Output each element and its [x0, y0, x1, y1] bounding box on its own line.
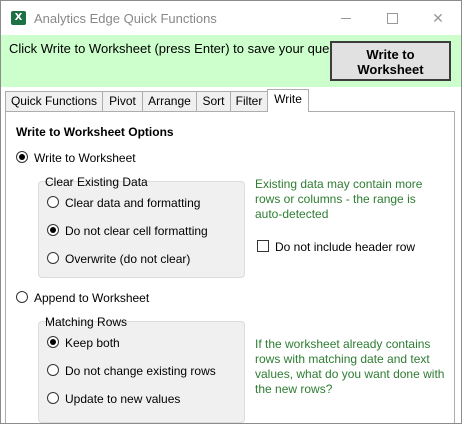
radio-button[interactable]: [47, 336, 59, 348]
radio-button[interactable]: [47, 224, 59, 236]
clear-group-legend: Clear Existing Data: [45, 175, 148, 189]
radio-label: Overwrite (do not clear): [65, 252, 191, 266]
radio-label: Do not clear cell formatting: [65, 224, 208, 238]
tab-sort[interactable]: Sort: [196, 91, 231, 111]
quick-functions-window: X Analytics Edge Quick Functions ✕ Click…: [0, 0, 462, 424]
excel-icon: X: [11, 11, 26, 25]
radio-button[interactable]: [47, 196, 59, 208]
info-message: Click Write to Worksheet (press Enter) t…: [9, 41, 343, 56]
write-to-worksheet-button[interactable]: Write to Worksheet: [330, 41, 451, 81]
close-icon: ✕: [432, 10, 444, 26]
existing-data-note: Existing data may contain more rows or c…: [255, 177, 423, 221]
radio-label: Keep both: [65, 336, 120, 350]
options-heading: Write to Worksheet Options: [16, 125, 174, 139]
info-bar: Click Write to Worksheet (press Enter) t…: [1, 35, 461, 87]
radio-button[interactable]: [47, 392, 59, 404]
radio-button[interactable]: [47, 364, 59, 376]
minimize-icon: [341, 18, 351, 19]
tab-arrange[interactable]: Arrange: [142, 91, 197, 111]
minimize-button[interactable]: [323, 1, 369, 35]
matching-rows-note: If the worksheet already contains rows w…: [255, 337, 445, 396]
tab-quick-functions[interactable]: Quick Functions: [5, 91, 103, 111]
write-button-line1: Write to: [366, 47, 415, 62]
radio-selected-dot: [19, 154, 25, 160]
radio-selected-dot: [50, 339, 56, 345]
checkbox[interactable]: [257, 240, 269, 252]
window-title: Analytics Edge Quick Functions: [34, 11, 217, 26]
radio-label: Write to Worksheet: [34, 151, 136, 165]
maximize-button[interactable]: [369, 1, 415, 35]
matching-group-legend: Matching Rows: [45, 315, 128, 329]
radio-label: Clear data and formatting: [65, 196, 201, 210]
maximize-icon: [387, 13, 398, 24]
radio-label: Do not change existing rows: [65, 364, 216, 378]
close-button[interactable]: ✕: [415, 1, 461, 35]
tab-write[interactable]: Write: [267, 89, 309, 112]
radio-button[interactable]: [16, 291, 28, 303]
tab-pivot[interactable]: Pivot: [102, 91, 143, 111]
radio-button[interactable]: [16, 151, 28, 163]
tab-filter[interactable]: Filter: [230, 91, 268, 111]
radio-label: Update to new values: [65, 392, 181, 406]
radio-selected-dot: [50, 227, 56, 233]
radio-label: Append to Worksheet: [34, 291, 150, 305]
title-bar: X Analytics Edge Quick Functions ✕: [1, 1, 461, 35]
write-button-line2: Worksheet: [357, 62, 424, 77]
radio-button[interactable]: [47, 252, 59, 264]
checkbox-label: Do not include header row: [275, 240, 416, 254]
